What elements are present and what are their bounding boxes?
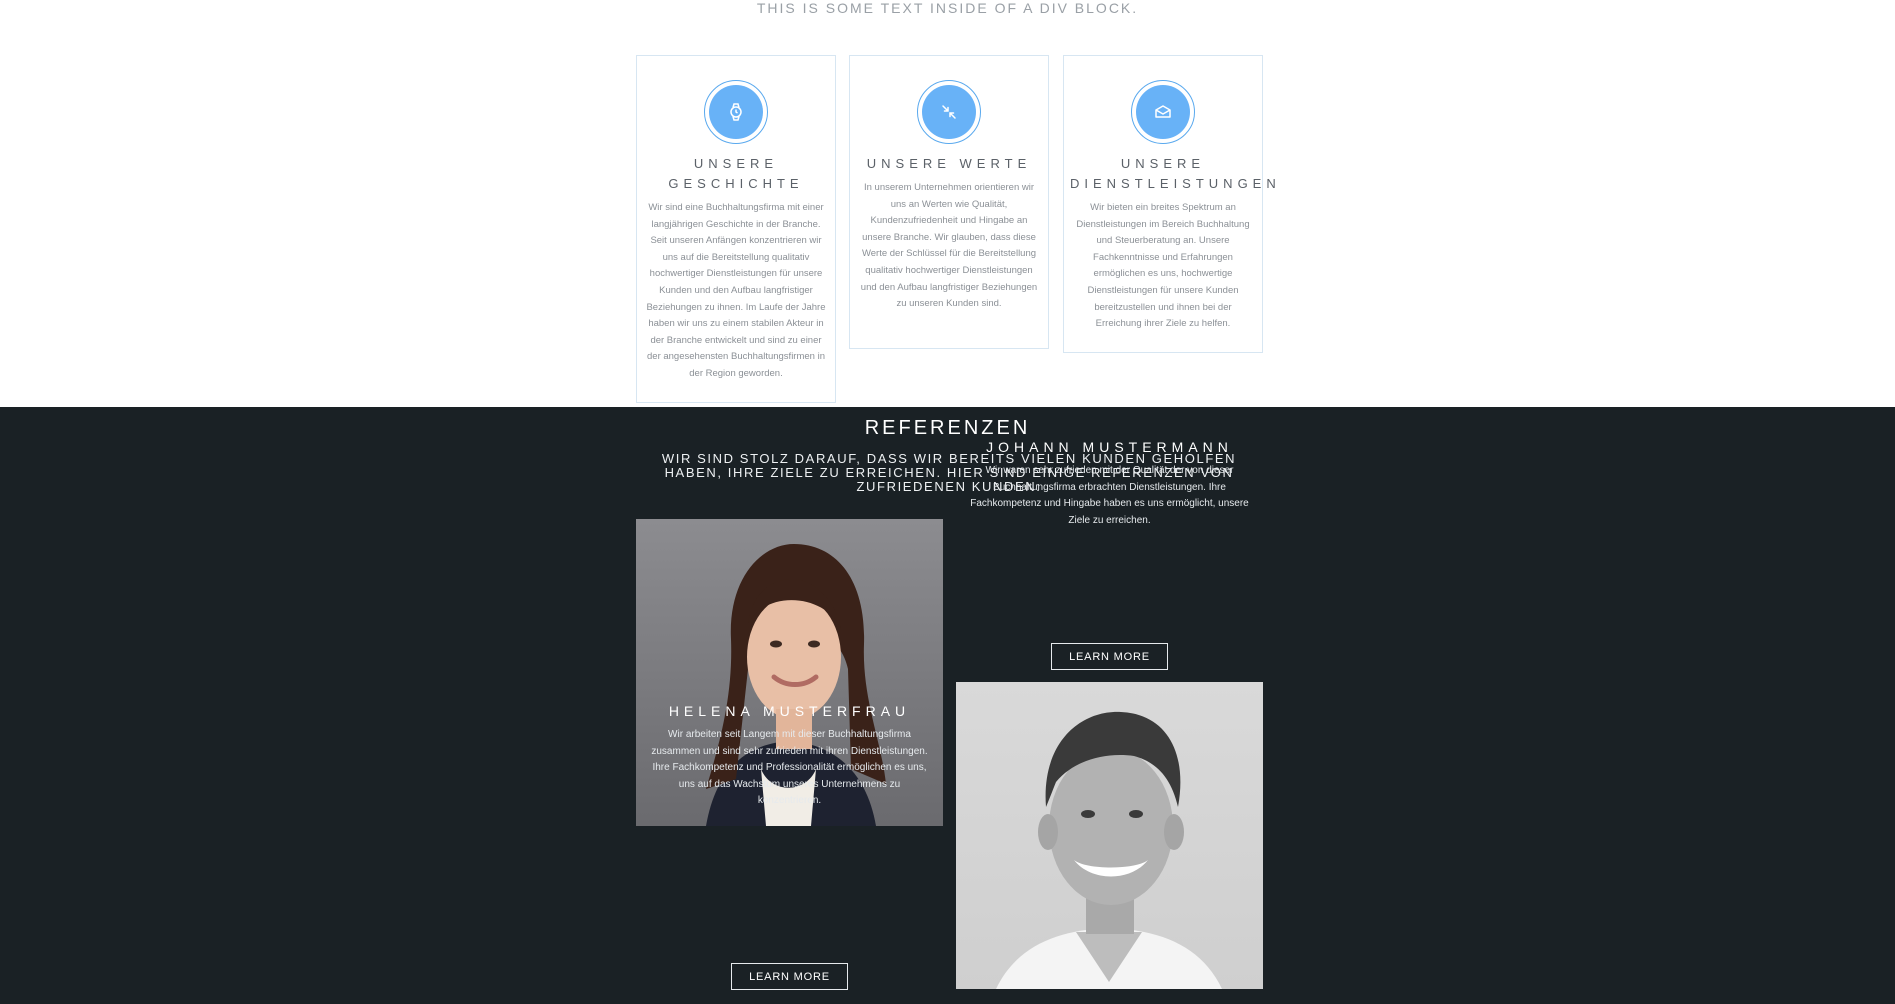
icon-ring — [1131, 80, 1195, 144]
section-tagline: THIS IS SOME TEXT INSIDE OF A DIV BLOCK. — [756, 0, 1139, 16]
reference-name: JOHANN MUSTERMANN — [986, 439, 1233, 455]
references-title: REFERENZEN — [864, 417, 1031, 439]
card-dienstleistungen: UNSERE DIENSTLEISTUNGEN Wir bieten ein b… — [1063, 55, 1281, 353]
card-text: Wir bieten ein breites Spektrum an Diens… — [1076, 202, 1250, 330]
reference-quote: Wir arbeiten seit Langem mit dieser Buch… — [651, 729, 928, 806]
card-text: Wir sind eine Buchhaltungsfirma mit eine… — [646, 202, 826, 379]
watch-icon — [709, 85, 763, 139]
references-section: REFERENZEN WIR SIND STOLZ DARAUF, DASS W… — [0, 407, 1895, 1004]
learn-more-button[interactable]: LEARN MORE — [731, 963, 848, 990]
card-werte: UNSERE WERTE In unserem Unternehmen orie… — [849, 55, 1049, 349]
card-geschichte: UNSERE GESCHICHTE Wir sind eine Buchhalt… — [636, 55, 836, 403]
envelope-icon — [1136, 85, 1190, 139]
icon-ring — [917, 80, 981, 144]
card-title: UNSERE DIENSTLEISTUNGEN — [1070, 156, 1281, 191]
card-text: In unserem Unternehmen orientieren wir u… — [860, 182, 1038, 310]
card-title: UNSERE WERTE — [866, 156, 1032, 171]
reference-quote: Wir waren sehr zufrieden mit der Qualitä… — [970, 465, 1249, 526]
reference-name: HELENA MUSTERFRAU — [668, 703, 911, 719]
johann-photo — [956, 682, 1263, 989]
card-title: UNSERE GESCHICHTE — [668, 156, 804, 191]
learn-more-button[interactable]: LEARN MORE — [1051, 643, 1168, 670]
icon-ring — [704, 80, 768, 144]
features-section: THIS IS SOME TEXT INSIDE OF A DIV BLOCK.… — [0, 0, 1895, 407]
compress-arrows-icon — [922, 85, 976, 139]
